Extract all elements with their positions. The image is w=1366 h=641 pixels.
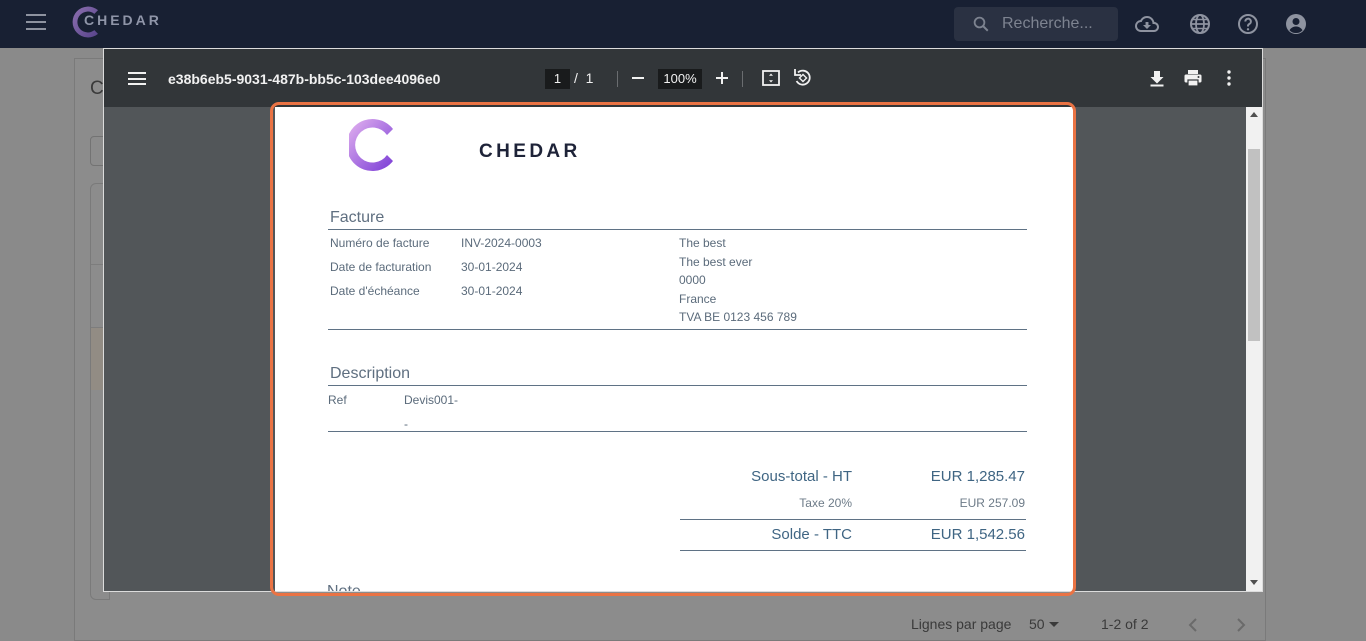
rows-per-page-select[interactable]: 50	[1029, 616, 1045, 632]
description-title: Description	[330, 365, 411, 382]
divider	[328, 431, 1027, 432]
zoom-out-icon[interactable]	[627, 67, 649, 89]
globe-icon[interactable]	[1188, 12, 1212, 36]
client-postal-code: 0000	[679, 273, 706, 287]
invoice-date-value: 30-01-2024	[461, 260, 523, 274]
viewer-file-name: e38b6eb5-9031-487b-bb5c-103dee4096e0	[168, 71, 441, 87]
divider	[328, 385, 1027, 386]
search-icon	[973, 16, 989, 32]
invoice-date-label: Date de facturation	[330, 260, 432, 274]
invoice-number-value: INV-2024-0003	[461, 236, 542, 250]
search-input[interactable]	[1002, 13, 1112, 35]
subtotal-label: Sous-total - HT	[751, 468, 852, 485]
note-title: Note	[327, 583, 361, 592]
zoom-level-input[interactable]: 100%	[658, 69, 702, 89]
print-icon[interactable]	[1182, 67, 1204, 89]
client-address: The best ever	[679, 255, 753, 269]
scroll-up-arrow-icon[interactable]	[1250, 112, 1258, 117]
tax-label: Taxe 20%	[799, 496, 852, 510]
total-value: EUR 1,542.56	[930, 526, 1025, 543]
rotate-icon[interactable]	[792, 67, 814, 89]
due-date-value: 30-01-2024	[461, 284, 523, 298]
zoom-in-icon[interactable]	[711, 67, 733, 89]
client-name: The best	[679, 236, 726, 250]
pagination-range: 1-2 of 2	[1101, 616, 1149, 632]
tax-value: EUR 257.09	[959, 496, 1025, 510]
toolbar-divider	[742, 71, 743, 87]
download-icon[interactable]	[1146, 67, 1168, 89]
divider	[680, 519, 1026, 520]
scrollbar-thumb[interactable]	[1248, 149, 1260, 341]
brand-name: CHEDAR	[84, 12, 162, 28]
ref-label: Ref	[328, 393, 347, 407]
page-count: / 1	[574, 70, 594, 86]
due-date-label: Date d'échéance	[330, 284, 420, 298]
subtotal-value: EUR 1,285.47	[930, 468, 1025, 485]
invoice-title: Facture	[330, 209, 385, 226]
cloud-download-icon[interactable]	[1135, 12, 1159, 36]
chevron-down-icon[interactable]	[1049, 622, 1059, 628]
app-top-bar: CHEDAR	[0, 0, 1366, 48]
toolbar-divider	[617, 71, 618, 87]
divider	[328, 329, 1027, 330]
background-heading: C	[90, 78, 104, 99]
divider	[328, 229, 1027, 230]
total-label: Solde - TTC	[771, 526, 852, 543]
search-box[interactable]	[954, 7, 1118, 41]
fit-page-icon[interactable]	[760, 67, 782, 89]
ref-value: Devis001-	[404, 393, 459, 407]
menu-icon[interactable]	[26, 14, 46, 30]
page-number-input[interactable]: 1	[545, 69, 570, 89]
chevron-right-icon[interactable]	[1235, 618, 1247, 632]
rows-per-page-label: Lignes par page	[911, 616, 1012, 632]
help-icon[interactable]	[1236, 12, 1260, 36]
pdf-page: CHEDAR Facture Numéro de facture INV-202…	[275, 107, 1073, 592]
viewer-toolbar: e38b6eb5-9031-487b-bb5c-103dee4096e0 1 /…	[104, 49, 1262, 107]
invoice-number-label: Numéro de facture	[330, 236, 430, 250]
account-icon[interactable]	[1284, 12, 1308, 36]
client-vat: TVA BE 0123 456 789	[679, 310, 797, 324]
scroll-down-arrow-icon[interactable]	[1250, 580, 1258, 585]
ref-extra: -	[404, 417, 408, 431]
client-country: France	[679, 292, 717, 306]
invoice-brand-name: CHEDAR	[479, 141, 581, 162]
divider	[680, 550, 1026, 551]
chevron-left-icon[interactable]	[1187, 618, 1199, 632]
more-options-icon[interactable]	[1218, 67, 1240, 89]
viewer-menu-icon[interactable]	[128, 72, 146, 85]
invoice-logo	[349, 119, 393, 171]
pdf-viewer: e38b6eb5-9031-487b-bb5c-103dee4096e0 1 /…	[103, 48, 1263, 592]
